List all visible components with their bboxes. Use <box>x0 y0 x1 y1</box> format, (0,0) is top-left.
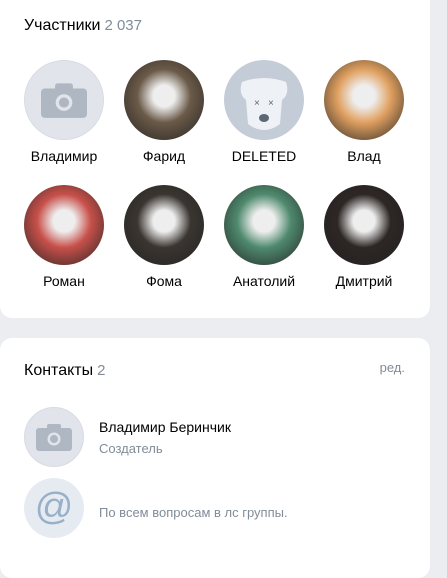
members-title[interactable]: Участники 2 037 <box>24 17 142 35</box>
member-item[interactable]: Дмитрий <box>314 185 414 289</box>
member-photo <box>324 60 404 140</box>
member-item[interactable]: × × DELETED <box>214 60 314 164</box>
member-name: Дмитрий <box>335 273 393 289</box>
member-item[interactable]: Владимир <box>14 60 114 164</box>
member-name: Владимир <box>30 148 98 164</box>
at-sign-icon: @ <box>24 478 84 538</box>
member-photo <box>324 185 404 265</box>
contacts-title[interactable]: Контакты 2 <box>24 362 105 380</box>
camera-icon <box>24 60 104 140</box>
edit-link[interactable]: ред. <box>380 360 405 375</box>
members-count: 2 037 <box>104 17 142 34</box>
contact-avatar-camera-icon[interactable] <box>24 407 84 467</box>
member-name: Фарид <box>142 148 186 164</box>
member-item[interactable]: Роман <box>14 185 114 289</box>
member-photo <box>124 60 204 140</box>
members-title-text: Участники <box>24 17 101 34</box>
contact-note: По всем вопросам в лс группы. <box>99 505 288 520</box>
member-item[interactable]: Анатолий <box>214 185 314 289</box>
svg-text:×: × <box>254 98 260 109</box>
deleted-dog-icon: × × <box>224 60 304 140</box>
member-item[interactable]: Фома <box>114 185 214 289</box>
member-name: DELETED <box>231 148 297 164</box>
member-name: Влад <box>347 148 381 164</box>
contacts-count: 2 <box>97 362 106 379</box>
member-item[interactable]: Влад <box>314 60 414 164</box>
member-name: Анатолий <box>232 273 296 289</box>
member-item[interactable]: Фарид <box>114 60 214 164</box>
member-photo <box>224 185 304 265</box>
contacts-title-text: Контакты <box>24 362 94 379</box>
member-name: Фома <box>146 273 182 289</box>
member-photo <box>24 185 104 265</box>
member-photo <box>124 185 204 265</box>
contact-name[interactable]: Владимир Беринчик <box>99 419 231 435</box>
contact-role: Создатель <box>99 441 163 456</box>
svg-text:×: × <box>268 98 274 109</box>
member-name: Роман <box>43 273 85 289</box>
contacts-card: Контакты 2 ред. Владимир Беринчик Создате… <box>0 338 430 578</box>
